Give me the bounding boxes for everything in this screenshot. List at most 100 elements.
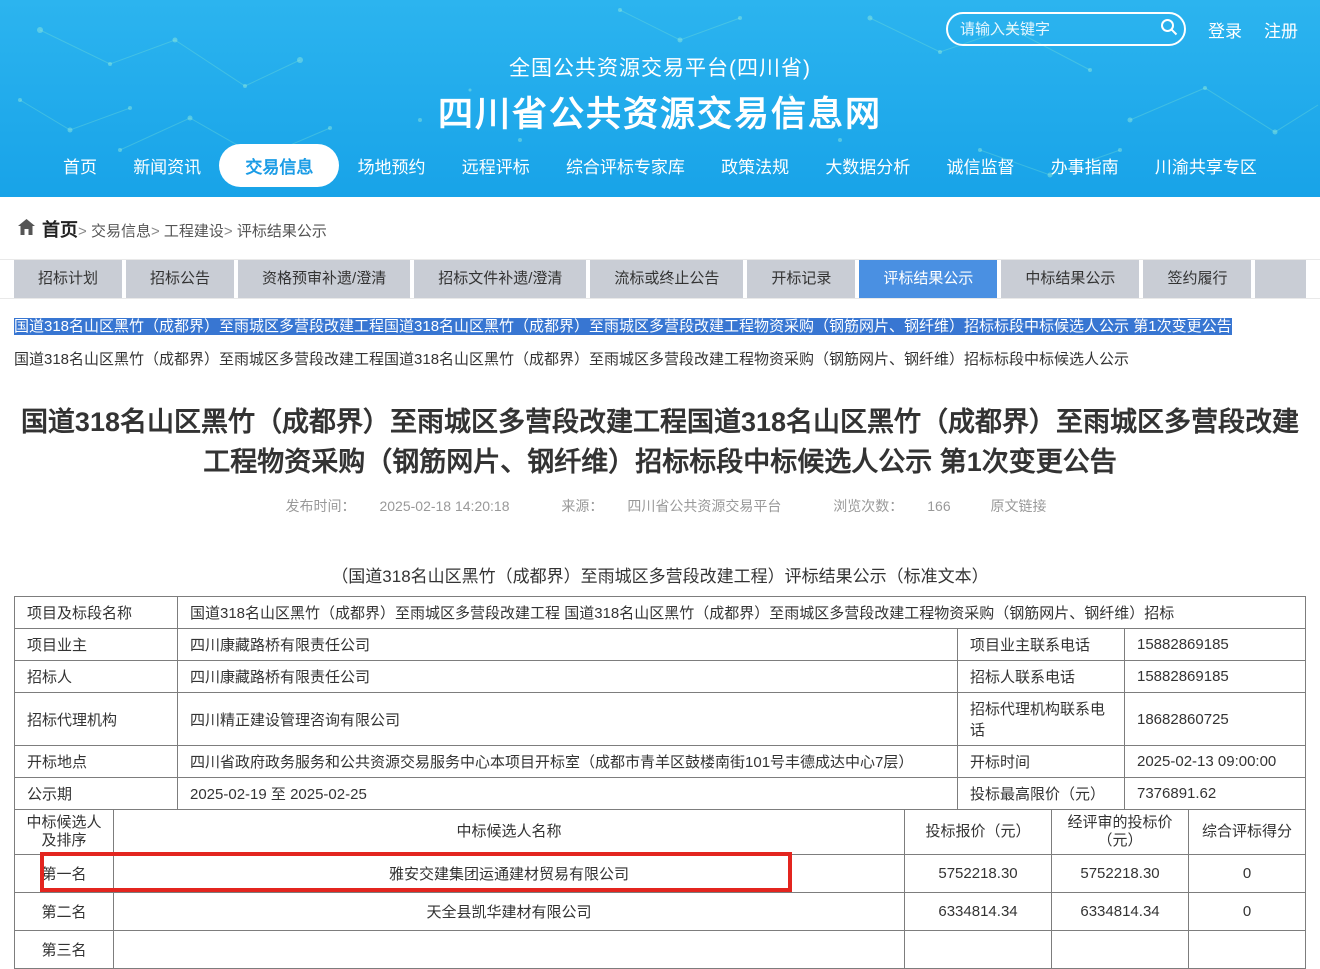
candidates-header-cell: 综合评标得分 [1189,810,1306,855]
category-tabs: 招标计划招标公告资格预审补遗/澄清招标文件补遗/澄清流标或终止公告开标记录评标结… [0,259,1320,299]
breadcrumb-separator: > [78,223,91,240]
tab-doc-clarify[interactable]: 招标文件补遗/澄清 [414,260,586,298]
info-row-1: 项目业主四川康藏路桥有限责任公司项目业主联系电话15882869185 [15,629,1306,661]
header-topbar: 登录 注册 [946,12,1298,46]
login-link[interactable]: 登录 [1208,17,1242,42]
candidate-row-3: 第三名 [15,931,1306,969]
info-value: 四川康藏路桥有限责任公司 [178,661,958,693]
candidates-header-cell: 经评审的投标价（元） [1052,810,1189,855]
info-label: 招标代理机构联系电话 [957,693,1124,746]
nav-item-trade-info[interactable]: 交易信息 [219,144,339,187]
info-value: 2025-02-13 09:00:00 [1124,746,1305,778]
breadcrumb-item-3[interactable]: 评标结果公示 [237,223,327,240]
candidates-header-row: 中标候选人及排序中标候选人名称投标报价（元）经评审的投标价（元）综合评标得分 [15,810,1306,855]
candidate-bid [905,931,1052,969]
candidate-row-2: 第二名天全县凯华建材有限公司6334814.346334814.340 [15,893,1306,931]
breadcrumb-separator: > [151,223,164,240]
nav-item-chuanyu-zone[interactable]: 川渝共享专区 [1137,144,1275,187]
tab-filler [1255,260,1306,298]
search-icon[interactable] [1159,17,1179,42]
nav-item-venue-booking[interactable]: 场地预约 [340,144,444,187]
candidates-header-cell: 中标候选人名称 [114,810,905,855]
tab-eval-result[interactable]: 评标结果公示 [859,260,997,298]
breadcrumb-item-2[interactable]: 工程建设 [164,223,224,240]
tab-contract-performance[interactable]: 签约履行 [1143,260,1251,298]
announcement-list: 国道318名山区黑竹（成都界）至雨城区多营段改建工程国道318名山区黑竹（成都界… [0,299,1320,372]
tab-win-result[interactable]: 中标结果公示 [1001,260,1139,298]
site-titles: 全国公共资源交易平台(四川省) 四川省公共资源交易信息网 [0,52,1320,137]
nav-item-policy[interactable]: 政策法规 [703,144,807,187]
candidates-table: 中标候选人及排序中标候选人名称投标报价（元）经评审的投标价（元）综合评标得分第一… [14,809,1306,969]
result-tables: 项目及标段名称国道318名山区黑竹（成都界）至雨城区多营段改建工程 国道318名… [14,596,1306,969]
tab-fail-terminate[interactable]: 流标或终止公告 [590,260,743,298]
project-info-table: 项目及标段名称国道318名山区黑竹（成都界）至雨城区多营段改建工程 国道318名… [14,596,1306,810]
info-label: 开标地点 [15,746,178,778]
nav-item-big-data[interactable]: 大数据分析 [807,144,928,187]
article-meta: 发布时间：2025-02-18 14:20:18 来源：四川省公共资源交易平台 … [0,496,1320,516]
info-label: 招标人联系电话 [957,661,1124,693]
site-title: 四川省公共资源交易信息网 [0,86,1320,137]
info-label: 招标代理机构 [15,693,178,746]
info-label: 项目业主联系电话 [957,629,1124,661]
search-input[interactable] [960,21,1159,38]
info-value: 四川康藏路桥有限责任公司 [178,629,958,661]
site-header: 登录 注册 全国公共资源交易平台(四川省) 四川省公共资源交易信息网 首页新闻资… [0,0,1320,197]
announcement-link-selected[interactable]: 国道318名山区黑竹（成都界）至雨城区多营段改建工程国道318名山区黑竹（成都界… [14,315,1306,339]
nav-item-home[interactable]: 首页 [45,144,115,187]
info-value: 7376891.62 [1124,778,1305,810]
site-subtitle: 全国公共资源交易平台(四川省) [0,52,1320,82]
candidate-rank: 第三名 [15,931,114,969]
candidate-bid: 6334814.34 [905,893,1052,931]
candidate-row-1: 第一名雅安交建集团运通建材贸易有限公司5752218.305752218.300 [15,855,1306,893]
candidate-name [114,931,905,969]
tab-prequal-clarify[interactable]: 资格预审补遗/澄清 [238,260,410,298]
announcement-link[interactable]: 国道318名山区黑竹（成都界）至雨城区多营段改建工程国道318名山区黑竹（成都界… [14,348,1306,372]
source: 来源：四川省公共资源交易平台 [549,498,793,514]
info-label: 投标最高限价（元） [957,778,1124,810]
candidates-header-cell: 投标报价（元） [905,810,1052,855]
candidates-section: 中标候选人及排序中标候选人名称投标报价（元）经评审的投标价（元）综合评标得分第一… [14,809,1306,969]
tab-bid-opening[interactable]: 开标记录 [747,260,855,298]
info-label: 项目及标段名称 [15,597,178,629]
info-row-0: 项目及标段名称国道318名山区黑竹（成都界）至雨城区多营段改建工程 国道318名… [15,597,1306,629]
nav-item-credit-watch[interactable]: 诚信监督 [929,144,1033,187]
tab-bid-plan[interactable]: 招标计划 [14,260,122,298]
publish-time: 发布时间：2025-02-18 14:20:18 [273,498,521,514]
candidate-score: 0 [1189,855,1306,893]
breadcrumb-item-1[interactable]: 交易信息 [91,223,151,240]
main-nav: 首页新闻资讯交易信息场地预约远程评标综合评标专家库政策法规大数据分析诚信监督办事… [0,144,1320,187]
info-value: 15882869185 [1124,661,1305,693]
home-icon[interactable] [18,219,35,239]
search-box[interactable] [946,12,1186,46]
info-row-2: 招标人四川康藏路桥有限责任公司招标人联系电话15882869185 [15,661,1306,693]
breadcrumb-item-0[interactable]: 首页 [42,220,78,240]
info-value: 2025-02-19 至 2025-02-25 [178,778,958,810]
info-label: 招标人 [15,661,178,693]
info-value: 15882869185 [1124,629,1305,661]
candidate-rank: 第二名 [15,893,114,931]
candidate-evaluated: 5752218.30 [1052,855,1189,893]
info-row-4: 开标地点四川省政府政务服务和公共资源交易服务中心本项目开标室（成都市青羊区鼓楼南… [15,746,1306,778]
info-row-5: 公示期2025-02-19 至 2025-02-25投标最高限价（元）73768… [15,778,1306,810]
tab-bid-notice[interactable]: 招标公告 [126,260,234,298]
breadcrumb: 首页> 交易信息> 工程建设> 评标结果公示 [0,197,1320,259]
nav-item-guide[interactable]: 办事指南 [1033,144,1137,187]
nav-item-news[interactable]: 新闻资讯 [115,144,219,187]
info-label: 公示期 [15,778,178,810]
info-row-3: 招标代理机构四川精正建设管理咨询有限公司招标代理机构联系电话1868286072… [15,693,1306,746]
register-link[interactable]: 注册 [1264,17,1298,42]
info-label: 项目业主 [15,629,178,661]
candidate-rank: 第一名 [15,855,114,893]
info-label: 开标时间 [957,746,1124,778]
info-value: 国道318名山区黑竹（成都界）至雨城区多营段改建工程 国道318名山区黑竹（成都… [178,597,1306,629]
candidate-score: 0 [1189,893,1306,931]
info-value: 四川精正建设管理咨询有限公司 [178,693,958,746]
candidate-evaluated: 6334814.34 [1052,893,1189,931]
candidates-header-cell: 中标候选人及排序 [15,810,114,855]
info-value: 18682860725 [1124,693,1305,746]
table-caption: （国道318名山区黑竹（成都界）至雨城区多营段改建工程）评标结果公示（标准文本） [0,562,1320,587]
candidate-name: 雅安交建集团运通建材贸易有限公司 [114,855,905,893]
nav-item-remote-eval[interactable]: 远程评标 [444,144,548,187]
origin-link[interactable]: 原文链接 [991,498,1047,514]
nav-item-expert-pool[interactable]: 综合评标专家库 [548,144,703,187]
